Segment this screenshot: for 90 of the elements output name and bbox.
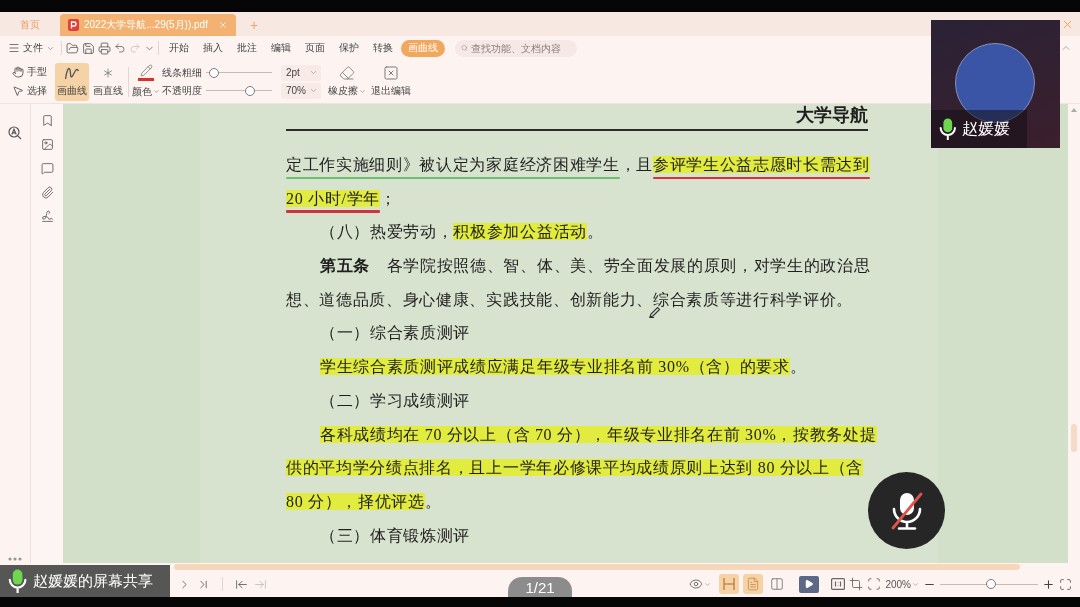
view-mode-button[interactable] xyxy=(743,574,764,594)
zoom-in-icon[interactable] xyxy=(1042,577,1055,591)
curve-icon xyxy=(64,65,80,81)
undo-icon[interactable] xyxy=(114,42,126,54)
highlighted-text: 供的平均学分绩点排名，且上一学年必修课平均成绩原则上达到 80 分以上（含 xyxy=(286,459,864,477)
opacity-dropdown[interactable]: 70% xyxy=(281,82,321,99)
screen-share-label: 赵媛媛的屏幕共享 xyxy=(33,571,154,591)
actual-size-icon[interactable] xyxy=(831,578,846,590)
pdf-file-icon xyxy=(68,19,79,31)
play-icon xyxy=(804,579,815,589)
highlighted-text: 80 分），择优评选 xyxy=(286,492,425,510)
document-text: 。 xyxy=(424,492,442,510)
highlighted-text: 学生综合素质测评成绩应满足年级专业排名前 30%（含）的要求 xyxy=(320,358,790,376)
scrollbar-thumb[interactable] xyxy=(1071,424,1077,452)
draw-tool-button[interactable]: 画直线 xyxy=(91,62,125,101)
caret-icon xyxy=(359,87,366,95)
page-header: 大学导航 xyxy=(796,104,868,126)
slider-thumb[interactable] xyxy=(985,579,996,589)
close-box-icon xyxy=(383,65,399,81)
opacity-label: 不透明度 xyxy=(162,84,202,97)
ribbon-tab[interactable]: 转换 xyxy=(366,39,400,57)
print-icon[interactable] xyxy=(98,41,111,55)
save-icon[interactable] xyxy=(82,41,95,55)
text-search-icon[interactable] xyxy=(8,126,22,140)
highlighted-text: 积极参加公益活动 xyxy=(453,223,587,241)
eye-icon[interactable] xyxy=(689,577,704,591)
document-text: 定工作实施细则》被认定为家庭经济困难学生 xyxy=(286,156,620,173)
document-text: 想、道德品质、身心健康、实践技能、创新能力、综合素质等进行科学评价。 xyxy=(286,290,854,308)
file-menu-button[interactable]: 文件 xyxy=(6,39,57,57)
scroll-up-icon[interactable] xyxy=(1071,108,1077,112)
search-field[interactable]: 查找功能、文档内容 xyxy=(455,39,577,57)
slider-thumb[interactable] xyxy=(245,85,256,96)
highlighted-text: 参评学生公益志愿时长需达到 xyxy=(653,156,870,173)
fit-width-icon xyxy=(722,577,737,591)
tool-mode-button[interactable]: 手型 xyxy=(10,63,50,81)
line-width-dropdown[interactable]: 2pt xyxy=(281,64,321,81)
exit-edit-button[interactable]: 退出编辑 xyxy=(369,62,413,101)
highlighted-text: 20 小时/学年 xyxy=(286,189,380,207)
document-text: （一）综合素质测评 xyxy=(320,324,471,342)
document-text: 。 xyxy=(789,358,807,376)
menu-icon xyxy=(8,42,20,54)
ribbon-tab[interactable]: 编辑 xyxy=(264,39,298,57)
back-icon[interactable] xyxy=(235,577,248,591)
document-text: ； xyxy=(379,189,397,207)
pen-cursor-icon xyxy=(649,306,661,318)
search-icon xyxy=(461,43,468,53)
more-icon[interactable] xyxy=(8,557,22,561)
play-button[interactable] xyxy=(799,575,820,593)
comment-icon[interactable] xyxy=(40,162,54,175)
pointer-icon xyxy=(12,85,24,97)
two-page-icon xyxy=(770,577,785,591)
zoom-level-dropdown[interactable]: 200% xyxy=(885,578,919,590)
single-page-icon xyxy=(746,577,761,591)
microphone-icon xyxy=(8,569,28,593)
folder-icon[interactable] xyxy=(66,41,79,55)
ribbon-tab[interactable]: 插入 xyxy=(196,39,230,57)
pencil-icon xyxy=(139,64,153,78)
color-picker-button[interactable]: 颜色 xyxy=(132,62,160,101)
horizontal-scrollbar-thumb[interactable] xyxy=(174,564,1020,570)
hand-icon xyxy=(12,66,24,78)
draw-tool-button[interactable]: 画曲线 xyxy=(55,62,89,101)
document-text: （二）学习成绩测评 xyxy=(320,391,471,409)
fullscreen-icon[interactable] xyxy=(1059,577,1072,591)
fit-page-icon[interactable] xyxy=(867,577,882,591)
ribbon-tab[interactable]: 保护 xyxy=(332,39,366,57)
image-icon[interactable] xyxy=(40,138,54,151)
page-indicator: 1/21 xyxy=(508,577,572,597)
ribbon-tab[interactable]: 批注 xyxy=(230,39,264,57)
microphone-icon xyxy=(939,118,957,140)
caret-icon xyxy=(912,580,919,588)
caret-icon xyxy=(153,88,160,96)
crop-icon[interactable] xyxy=(849,577,864,591)
participant-name: 赵媛媛 xyxy=(961,118,1010,139)
paperclip-icon[interactable] xyxy=(40,186,54,199)
view-mode-button[interactable] xyxy=(719,574,740,594)
signature-icon[interactable] xyxy=(40,210,54,223)
slider-thumb[interactable] xyxy=(208,67,219,78)
eraser-icon xyxy=(339,65,355,81)
tool-mode-button[interactable]: 选择 xyxy=(10,82,50,100)
document-text: （三）体育锻炼测评 xyxy=(320,526,471,544)
document-text: ，且 xyxy=(619,156,653,173)
document-text: 第五条 各学院按照德、智、体、美、劳全面发展的原则，对学生的政治思 xyxy=(320,257,871,275)
highlighted-text: 各科成绩均在 70 分以上（含 70 分），年级专业排名在前 30%，按教务处提 xyxy=(320,425,877,443)
document-text: 。 xyxy=(586,223,604,241)
eraser-button[interactable]: 橡皮擦 xyxy=(327,62,367,101)
ribbon-tab[interactable]: 页面 xyxy=(298,39,332,57)
ribbon-tab[interactable]: 开始 xyxy=(162,39,196,57)
bookmark-icon[interactable] xyxy=(40,114,54,127)
line-width-label: 线条粗细 xyxy=(162,66,202,79)
document-text: （八）热爱劳动， xyxy=(320,223,454,241)
